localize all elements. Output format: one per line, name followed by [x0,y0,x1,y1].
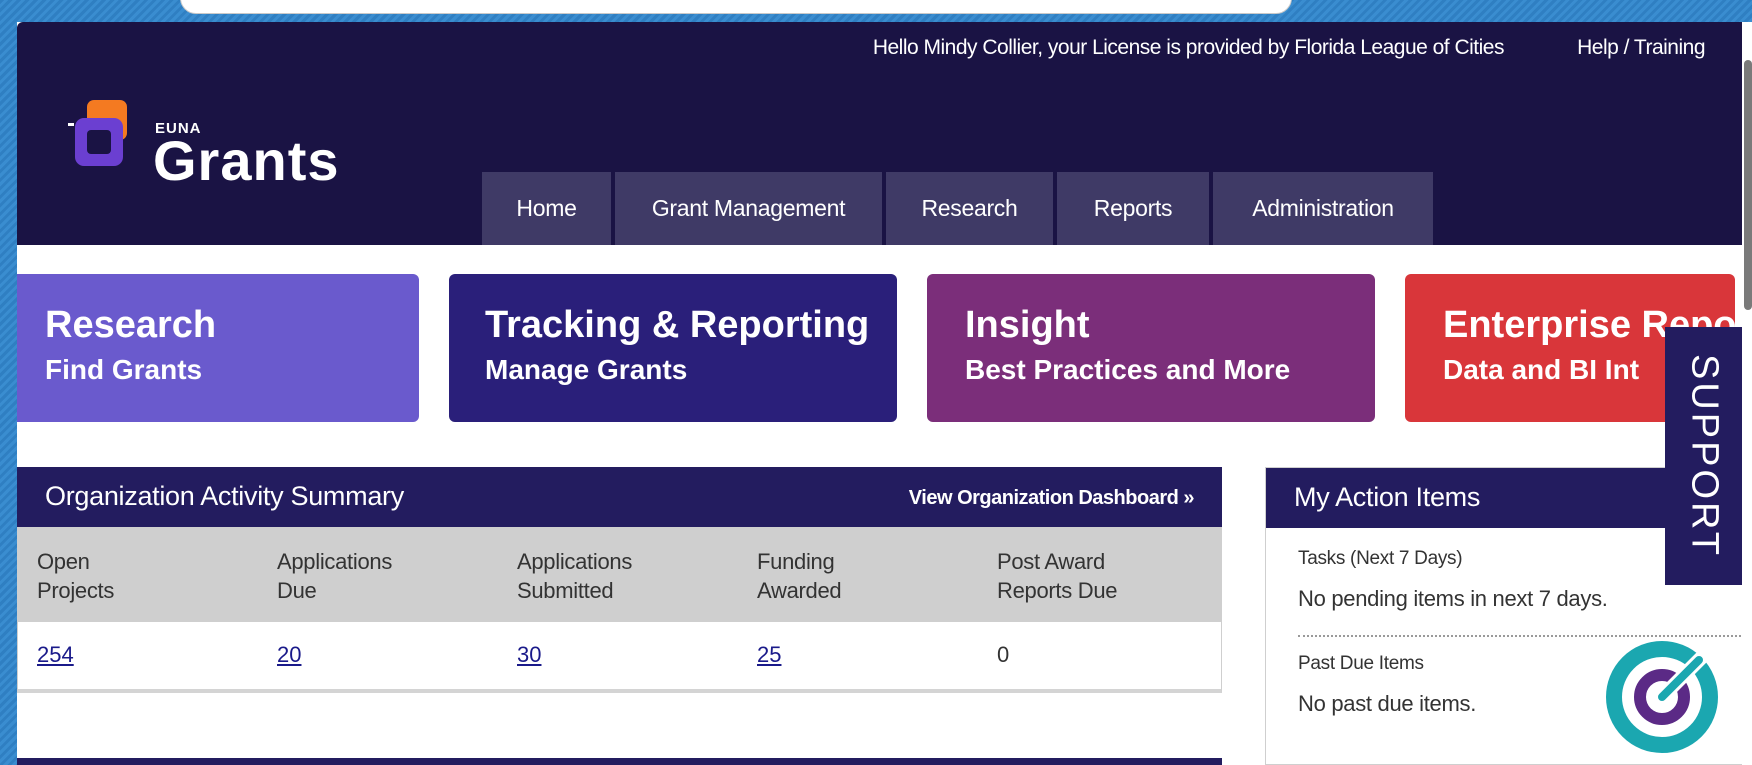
applications-submitted-value[interactable]: 30 [517,642,541,668]
scrollbar[interactable] [1742,22,1752,765]
tile-title: Insight [965,304,1090,346]
view-dashboard-link[interactable]: View Organization Dashboard » [909,487,1195,510]
logo-mark-icon [68,100,127,166]
scrollbar-thumb[interactable] [1744,60,1752,310]
past-due-text: No past due items. [1298,691,1477,716]
col-line: Awarded [757,578,842,603]
help-training-link[interactable]: Help / Training [1577,36,1705,60]
col-open-projects: Open Projects [37,547,237,605]
chat-assistant-icon[interactable] [1603,638,1721,756]
tile-title: Research [45,304,217,346]
nav-administration[interactable]: Administration [1213,172,1433,245]
tile-title: Tracking & Reporting [485,304,870,346]
col-funding-awarded: Funding Awarded [757,547,957,605]
next-panel-header [17,758,1222,765]
post-award-reports-due-value: 0 [997,642,1010,667]
col-line: Applications [277,549,393,574]
tile-insight[interactable]: Insight Best Practices and More [927,274,1375,422]
nav-home[interactable]: Home [482,172,611,245]
tile-tracking-reporting[interactable]: Tracking & Reporting Manage Grants [449,274,897,422]
tile-subtitle: Find Grants [45,354,203,385]
summary-header: Organization Activity Summary View Organ… [17,467,1222,527]
col-applications-due: Applications Due [277,547,477,605]
tile-subtitle: Best Practices and More [965,354,1291,385]
euna-grants-logo[interactable]: EUNA Grants [65,90,375,192]
support-tab[interactable]: SUPPORT [1665,327,1743,585]
summary-title: Organization Activity Summary [45,481,404,511]
feature-tiles: Research Find Grants Tracking & Reportin… [17,274,1742,422]
applications-due-value[interactable]: 20 [277,642,301,668]
summary-values-row: 254 20 30 25 0 [17,622,1222,693]
past-due-label: Past Due Items [1298,653,1424,674]
col-line: Funding [757,549,835,574]
organization-activity-summary: Organization Activity Summary View Organ… [17,467,1222,693]
page: Hello Mindy Collier, your License is pro… [17,22,1752,765]
nav-grant-management[interactable]: Grant Management [615,172,882,245]
browser-address-bar[interactable] [180,0,1292,14]
tile-subtitle: Data and BI Int [1443,354,1640,385]
main-nav: Home Grant Management Research Reports A… [482,172,1433,245]
col-line: Due [277,578,317,603]
license-greeting: Hello Mindy Collier, your License is pro… [872,36,1505,59]
col-line: Submitted [517,578,614,603]
funding-awarded-value[interactable]: 25 [757,642,781,668]
col-line: Reports Due [997,578,1118,603]
open-projects-value[interactable]: 254 [37,642,74,668]
tasks-text: No pending items in next 7 days. [1298,586,1608,611]
logo-grants-text: Grants [153,129,340,192]
nav-research[interactable]: Research [886,172,1053,245]
col-line: Post Award [997,549,1105,574]
action-items-title: My Action Items [1294,482,1481,512]
divider [1298,635,1752,637]
summary-column-headers: Open Projects Applications Due Applicati… [17,527,1222,622]
nav-reports[interactable]: Reports [1057,172,1209,245]
tile-research[interactable]: Research Find Grants [17,274,419,422]
col-applications-submitted: Applications Submitted [517,547,717,605]
col-post-award-reports-due: Post Award Reports Due [997,547,1197,605]
tasks-label: Tasks (Next 7 Days) [1298,548,1463,569]
col-line: Projects [37,578,115,603]
support-label: SUPPORT [1683,353,1726,559]
col-line: Applications [517,549,633,574]
tile-subtitle: Manage Grants [485,354,688,385]
col-line: Open [37,549,90,574]
header: Hello Mindy Collier, your License is pro… [17,22,1742,245]
